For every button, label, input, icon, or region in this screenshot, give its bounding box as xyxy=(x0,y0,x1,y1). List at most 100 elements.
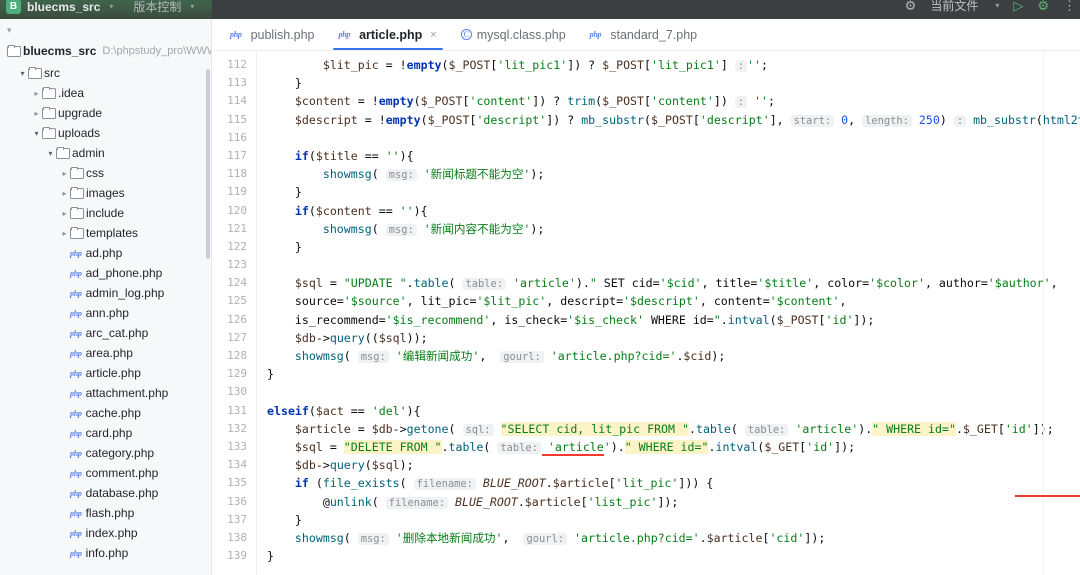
tree-row-admin[interactable]: ▾ admin xyxy=(0,143,211,163)
tree-row-info-php[interactable]: php info.php xyxy=(0,543,211,563)
run-icon[interactable]: ▷ xyxy=(1013,0,1023,12)
tree-row-area-php[interactable]: php area.php xyxy=(0,343,211,363)
folder-icon xyxy=(42,126,56,140)
sidebar-scrollbar[interactable] xyxy=(206,69,210,259)
tree-row-uploads[interactable]: ▾ uploads xyxy=(0,123,211,143)
php-file-icon: php xyxy=(70,368,82,378)
line-number: 134 xyxy=(227,458,247,472)
line-number: 121 xyxy=(227,221,247,235)
tree-row-ad-phone-php[interactable]: php ad_phone.php xyxy=(0,263,211,283)
editor-tab-article-php[interactable]: php article.php × xyxy=(327,19,449,50)
chevron-down-icon[interactable]: ▾ xyxy=(17,69,28,78)
php-file-icon: php xyxy=(70,328,82,338)
tree-item-label: comment.php xyxy=(85,466,159,480)
code-line: elseif($act == 'del'){ xyxy=(267,403,421,418)
tree-row-database-php[interactable]: php database.php xyxy=(0,483,211,503)
more-vertical-icon[interactable]: ⋮ xyxy=(1063,0,1076,12)
editor-tab-publish-php[interactable]: php publish.php xyxy=(218,19,327,50)
ide-window: B bluecms_src ▾ 版本控制 ▾ ⚙ 当前文件 ▾ ▷ ⚙ ⋮ ▾ … xyxy=(0,0,1080,575)
folder-icon xyxy=(70,226,84,240)
vcs-menu-label[interactable]: 版本控制 xyxy=(133,0,181,15)
editor-tab-standard-7-php[interactable]: php standard_7.php xyxy=(578,19,709,50)
tree-row-card-php[interactable]: php card.php xyxy=(0,423,211,443)
tab-label: standard_7.php xyxy=(610,27,698,42)
tree-row-images[interactable]: ▸ images xyxy=(0,183,211,203)
chevron-down-icon[interactable]: ▾ xyxy=(31,129,42,138)
tree-row-ann-php[interactable]: php ann.php xyxy=(0,303,211,323)
tree-row-category-php[interactable]: php category.php xyxy=(0,443,211,463)
file-tree: ▾ src ▸ .idea ▸ upgrade ▾ uploads ▾ admin ▸ css ▸ ima… xyxy=(0,61,211,563)
tree-row-cache-php[interactable]: php cache.php xyxy=(0,403,211,423)
project-tool-window: ▾ bluecms_src D:\phpstudy_pro\WWW\ ▾ src ▸… xyxy=(0,19,212,575)
tree-row-include[interactable]: ▸ include xyxy=(0,203,211,223)
tree-row-ad-php[interactable]: php ad.php xyxy=(0,243,211,263)
code-line: if($title == ''){ xyxy=(294,148,414,163)
tree-row-templates[interactable]: ▸ templates xyxy=(0,223,211,243)
php-file-icon: php xyxy=(70,348,82,358)
toolbar-right-group: ⚙ 当前文件 ▾ ▷ ⚙ ⋮ xyxy=(905,0,1076,17)
debug-icon[interactable]: ⚙ xyxy=(1037,0,1049,12)
class-file-icon: C xyxy=(460,29,472,40)
code-line: showmsg( msg: '删除本地新闻成功', gourl: 'articl… xyxy=(294,530,826,545)
php-file-icon: php xyxy=(230,30,242,39)
code-viewport[interactable]: 112 113 114 115 116 117 118 119 120 121 122 123 124 1… xyxy=(212,51,1080,575)
tree-row-attachment-php[interactable]: php attachment.php xyxy=(0,383,211,403)
line-number: 123 xyxy=(227,258,247,272)
tree-row--idea[interactable]: ▸ .idea xyxy=(0,83,211,103)
chevron-down-icon[interactable]: ▾ xyxy=(45,149,56,158)
line-number: 112 xyxy=(227,58,247,71)
tree-item-label: css xyxy=(86,166,104,180)
close-icon[interactable]: × xyxy=(430,29,436,41)
chevron-right-icon[interactable]: ▸ xyxy=(59,189,70,198)
chevron-right-icon[interactable]: ▸ xyxy=(31,89,42,98)
line-number: 136 xyxy=(227,494,247,508)
tree-row-upgrade[interactable]: ▸ upgrade xyxy=(0,103,211,123)
php-file-icon: php xyxy=(338,30,351,39)
tab-label: mysql.class.php xyxy=(476,27,566,42)
line-number: 120 xyxy=(227,203,247,217)
line-number: 133 xyxy=(227,439,247,453)
tree-item-label: src xyxy=(44,66,60,80)
line-number: 130 xyxy=(227,385,247,399)
chevron-down-icon[interactable]: ▾ xyxy=(109,2,113,11)
chevron-right-icon[interactable]: ▸ xyxy=(31,109,42,118)
tree-row-admin-log-php[interactable]: php admin_log.php xyxy=(0,283,211,303)
tree-row-css[interactable]: ▸ css xyxy=(0,163,211,183)
tree-row-arc-cat-php[interactable]: php arc_cat.php xyxy=(0,323,211,343)
code-content[interactable]: $lit_pic = !empty($_POST['lit_pic1']) ? … xyxy=(257,51,1080,575)
chevron-down-icon-vcs[interactable]: ▾ xyxy=(190,2,194,11)
line-number: 124 xyxy=(227,276,247,290)
tree-row-src[interactable]: ▾ src xyxy=(0,63,211,83)
tree-row-article-php[interactable]: php article.php xyxy=(0,363,211,383)
chevron-right-icon[interactable]: ▸ xyxy=(59,229,70,238)
php-file-icon: php xyxy=(589,30,602,39)
gear-icon[interactable]: ⚙ xyxy=(905,0,917,12)
project-chip[interactable]: B bluecms_src ▾ 版本控制 ▾ xyxy=(0,0,212,19)
chevron-down-icon-runcfg[interactable]: ▾ xyxy=(995,1,999,10)
annotation-underline-get-id xyxy=(1015,495,1080,497)
tree-row-flash-php[interactable]: php flash.php xyxy=(0,503,211,523)
php-file-icon: php xyxy=(70,548,82,558)
tree-item-label: card.php xyxy=(85,426,133,440)
collapse-all-icon[interactable]: ▾ xyxy=(0,19,211,41)
tree-row-comment-php[interactable]: php comment.php xyxy=(0,463,211,483)
tree-row-project-root[interactable]: bluecms_src D:\phpstudy_pro\WWW\ xyxy=(0,41,211,61)
code-line: } xyxy=(294,185,302,200)
code-line: @unlink( filename: BLUE_ROOT.$article['l… xyxy=(322,494,679,509)
chevron-right-icon[interactable]: ▸ xyxy=(59,209,70,218)
editor-tab-mysql-class-php[interactable]: Cmysql.class.php xyxy=(449,19,578,50)
tree-row-index-php[interactable]: php index.php xyxy=(0,523,211,543)
code-line: } xyxy=(294,512,302,527)
tree-item-label: uploads xyxy=(58,126,101,140)
tree-item-label: area.php xyxy=(85,346,133,360)
folder-icon xyxy=(70,166,84,180)
php-file-icon: php xyxy=(70,528,82,538)
run-configuration-label[interactable]: 当前文件 xyxy=(930,0,978,14)
line-number: 119 xyxy=(227,185,247,199)
module-icon xyxy=(7,44,21,58)
editor-tab-bar: php publish.php php article.php × Cmysql.clas… xyxy=(212,19,1080,51)
project-badge-icon: B xyxy=(6,0,21,14)
chevron-right-icon[interactable]: ▸ xyxy=(59,169,70,178)
